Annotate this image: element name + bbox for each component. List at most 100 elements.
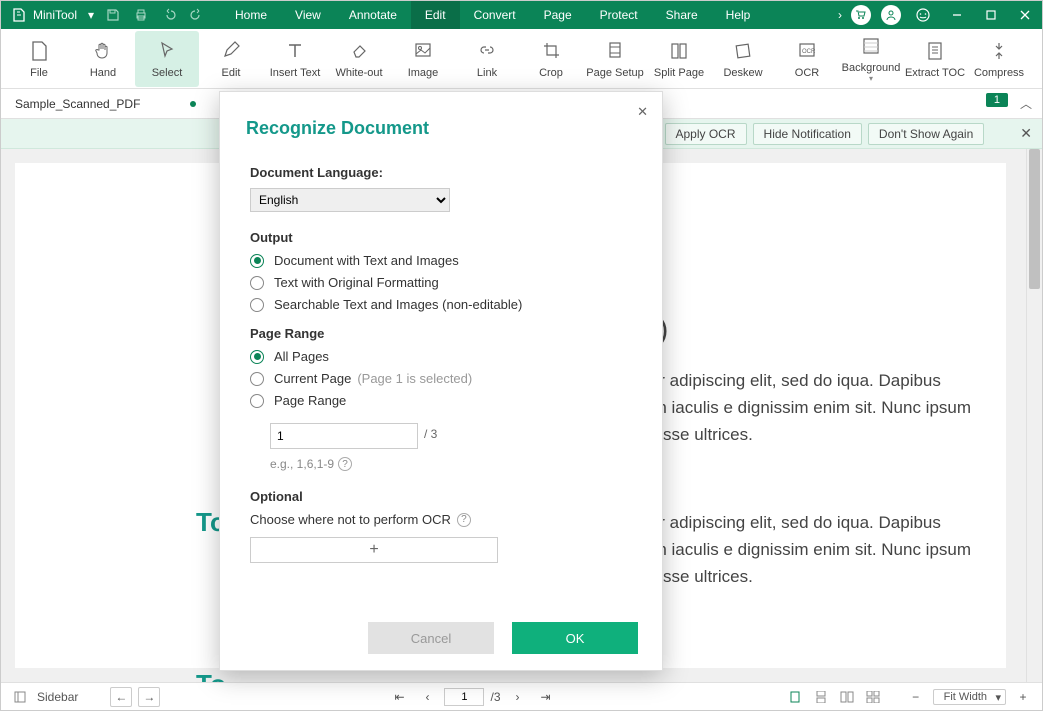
vertical-scrollbar[interactable]: [1026, 149, 1042, 682]
ribbon-image[interactable]: Image: [391, 31, 455, 87]
menu-page[interactable]: Page: [530, 1, 586, 29]
menu-convert[interactable]: Convert: [460, 1, 530, 29]
range-page-range[interactable]: Page Range: [250, 393, 632, 408]
output-option-2[interactable]: Text with Original Formatting: [250, 275, 632, 290]
ribbon-file[interactable]: File: [7, 31, 71, 87]
close-window-icon[interactable]: [1008, 1, 1042, 29]
ribbon-link[interactable]: Link: [455, 31, 519, 87]
page-badge: 1: [986, 93, 1008, 107]
menu-home[interactable]: Home: [221, 1, 281, 29]
next-page-icon[interactable]: ›: [507, 687, 529, 707]
last-page-icon[interactable]: ⇥: [535, 687, 557, 707]
redo-icon[interactable]: [183, 1, 211, 29]
range-example: e.g., 1,6,1-9?: [270, 457, 632, 471]
dialog-close-icon[interactable]: ✕: [637, 104, 648, 120]
zoom-dropdown[interactable]: Fit Width▾: [933, 689, 1006, 705]
menu-edit[interactable]: Edit: [411, 1, 460, 29]
first-page-icon[interactable]: ⇤: [388, 687, 410, 707]
crop-icon: [541, 39, 561, 63]
print-icon[interactable]: [127, 1, 155, 29]
range-current-page[interactable]: Current Page(Page 1 is selected): [250, 371, 632, 386]
nav-forward-icon[interactable]: →: [138, 687, 160, 707]
ribbon-whiteout[interactable]: White-out: [327, 31, 391, 87]
svg-text:OCR: OCR: [802, 49, 816, 55]
apply-ocr-button[interactable]: Apply OCR: [665, 123, 747, 145]
close-notification-icon[interactable]: ✕: [1020, 125, 1032, 142]
ribbon-crop[interactable]: Crop: [519, 31, 583, 87]
page-setup-icon: [605, 39, 625, 63]
view-facing-icon[interactable]: [837, 688, 857, 706]
zoom-in-icon[interactable]: +: [1012, 687, 1034, 707]
radio-icon: [250, 276, 264, 290]
range-suffix: / 3: [424, 427, 437, 441]
ok-button[interactable]: OK: [512, 622, 638, 654]
range-label: Page Range: [250, 326, 632, 341]
ribbon-ocr[interactable]: OCROCR: [775, 31, 839, 87]
ribbon-edit[interactable]: Edit: [199, 31, 263, 87]
undo-icon[interactable]: [155, 1, 183, 29]
range-all-pages[interactable]: All Pages: [250, 349, 632, 364]
view-facing-continuous-icon[interactable]: [863, 688, 883, 706]
menu-protect[interactable]: Protect: [586, 1, 652, 29]
text-icon: [285, 39, 305, 63]
minimize-icon[interactable]: [940, 1, 974, 29]
background-icon: [861, 34, 881, 58]
cart-icon[interactable]: [851, 5, 871, 25]
help-icon[interactable]: ?: [457, 513, 471, 527]
collapse-ribbon-icon[interactable]: ︿: [1020, 95, 1032, 112]
output-option-1[interactable]: Document with Text and Images: [250, 253, 632, 268]
ocr-icon: OCR: [797, 39, 817, 63]
menu-share[interactable]: Share: [652, 1, 712, 29]
hide-notification-button[interactable]: Hide Notification: [753, 123, 862, 145]
ribbon-split-page[interactable]: Split Page: [647, 31, 711, 87]
cancel-button[interactable]: Cancel: [368, 622, 494, 654]
add-exclusion-button[interactable]: +: [250, 537, 498, 563]
output-option-3[interactable]: Searchable Text and Images (non-editable…: [250, 297, 632, 312]
menu-view[interactable]: View: [281, 1, 335, 29]
recognize-document-dialog: ✕ Recognize Document Document Language: …: [219, 91, 663, 671]
ribbon-page-setup[interactable]: Page Setup: [583, 31, 647, 87]
file-icon: [29, 39, 49, 63]
document-tab[interactable]: Sample_Scanned_PDF: [15, 90, 196, 118]
modified-dot-icon: [190, 101, 196, 107]
ribbon-background[interactable]: Background▾: [839, 31, 903, 87]
ribbon-insert-text[interactable]: Insert Text: [263, 31, 327, 87]
prev-page-icon[interactable]: ‹: [416, 687, 438, 707]
radio-icon: [250, 298, 264, 312]
radio-icon: [250, 394, 264, 408]
ribbon-compress[interactable]: Compress: [967, 31, 1031, 87]
split-icon: [669, 39, 689, 63]
ribbon-extract-toc[interactable]: Extract TOC: [903, 31, 967, 87]
view-single-icon[interactable]: [785, 688, 805, 706]
help-icon[interactable]: ?: [338, 457, 352, 471]
ribbon: File Hand Select Edit Insert Text White-…: [1, 29, 1042, 89]
status-bar: Sidebar ← → ⇤ ‹ /3 › ⇥ − Fit Width▾ +: [1, 682, 1042, 710]
app-name: MiniTool: [33, 8, 77, 22]
chevron-right-icon[interactable]: ›: [838, 8, 842, 22]
app-dropdown-icon[interactable]: ▾: [83, 8, 99, 22]
maximize-icon[interactable]: [974, 1, 1008, 29]
optional-text-row: Choose where not to perform OCR?: [250, 512, 632, 527]
nav-back-icon[interactable]: ←: [110, 687, 132, 707]
image-icon: [413, 39, 433, 63]
cursor-icon: [157, 39, 177, 63]
optional-label: Optional: [250, 489, 632, 504]
ribbon-deskew[interactable]: Deskew: [711, 31, 775, 87]
page-number-input[interactable]: [444, 688, 484, 706]
page-range-input[interactable]: [270, 423, 418, 449]
menu-annotate[interactable]: Annotate: [335, 1, 411, 29]
ribbon-hand[interactable]: Hand: [71, 31, 135, 87]
dialog-body: Document Language: English Output Docume…: [220, 155, 662, 606]
feedback-icon[interactable]: [906, 1, 940, 29]
menu-bar: Home View Annotate Edit Convert Page Pro…: [221, 1, 764, 29]
sidebar-toggle-icon[interactable]: [9, 687, 31, 707]
view-continuous-icon[interactable]: [811, 688, 831, 706]
user-icon[interactable]: [881, 5, 901, 25]
dont-show-again-button[interactable]: Don't Show Again: [868, 123, 984, 145]
ribbon-select[interactable]: Select: [135, 31, 199, 87]
zoom-out-icon[interactable]: −: [905, 687, 927, 707]
save-icon[interactable]: [99, 1, 127, 29]
scrollbar-thumb[interactable]: [1029, 149, 1040, 289]
menu-help[interactable]: Help: [712, 1, 765, 29]
language-select[interactable]: English: [250, 188, 450, 212]
